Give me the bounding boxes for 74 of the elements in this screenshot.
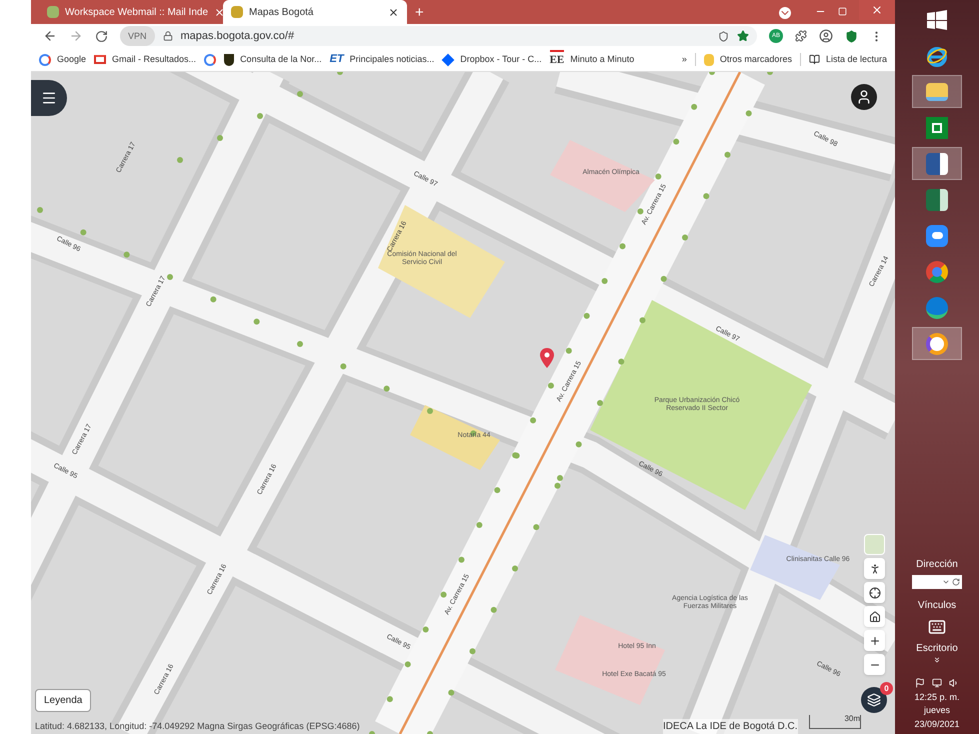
coordinates-text: Latitud: 4.682133, Longitud: -74.049292 Magna Sirgas Geográficas (EPSG:4686) [35,720,360,733]
address-toolbar-label: Dirección [916,558,958,572]
expand-icon[interactable] [933,656,941,664]
desktop-toolbar-label: Escritorio [916,642,958,656]
puzzle-icon[interactable] [795,30,807,42]
browser-tab[interactable]: Mapas Bogotá [223,0,407,24]
bookmark-link[interactable]: Gmail - Resultados... [112,52,196,66]
address-input[interactable] [912,574,962,588]
clock-time[interactable]: 12:25 p. m. [914,690,960,704]
browser-tab[interactable]: Workspace Webmail :: Mail Inde [39,0,223,24]
close-icon[interactable] [388,6,399,18]
crosshair-icon [868,586,880,598]
window-close-button[interactable] [859,0,895,20]
layers-icon [867,693,881,707]
legend-button[interactable]: Leyenda [35,689,92,712]
bookmark-link[interactable]: Minuto a Minuto [570,52,634,66]
street-view-button[interactable] [864,558,885,579]
basemap-thumbnail[interactable] [864,534,885,555]
ring-browser-icon[interactable] [926,260,948,282]
refresh-icon[interactable] [952,578,960,586]
star-icon[interactable] [737,30,749,42]
links-toolbar-label: Vínculos [918,598,956,612]
location-pin-icon [540,348,554,368]
logo-text: ET [330,52,344,68]
shield-check-icon[interactable] [845,30,858,42]
bookmark-link[interactable]: Dropbox - Tour - C... [460,52,542,66]
locate-button[interactable] [864,582,885,603]
tab-search-icon[interactable] [779,7,791,19]
back-icon[interactable] [43,29,57,43]
windows-logo-icon[interactable] [927,10,947,30]
bookmark-link[interactable]: Consulta de la Nor... [240,52,322,66]
clock-date[interactable]: 23/09/2021 [914,718,960,731]
home-button[interactable] [864,606,885,627]
logo-text: EE [550,50,564,69]
speaker-icon[interactable] [949,678,959,688]
menu-button[interactable] [31,80,67,116]
close-icon [871,4,883,16]
user-icon [856,89,872,105]
restore-icon[interactable] [838,7,847,16]
url-text: mapas.bogota.gov.co/# [180,28,296,44]
clock-day[interactable]: jueves [924,704,950,718]
reload-icon[interactable] [95,30,108,42]
spreadsheet-icon[interactable] [926,188,948,210]
tab-favicon-icon [47,6,59,18]
bookmark-link[interactable]: Principales noticias... [350,52,434,66]
flag-icon[interactable] [915,678,925,688]
scale-text: 30m [844,715,860,725]
more-bookmarks-button[interactable]: » [682,52,687,66]
network-icon[interactable] [932,678,942,688]
attribution-text: IDECA La IDE de Bogotá D.C. [663,719,798,734]
reading-list-icon [808,54,820,65]
ringed-globe-icon[interactable] [926,44,948,66]
new-tab-button[interactable]: + [407,2,432,24]
lock-icon [162,31,173,41]
vpn-badge[interactable]: VPN [120,26,155,46]
tab-favicon-icon [231,6,243,18]
plus-icon [868,634,880,646]
reading-list-link[interactable]: Lista de lectura [826,52,887,66]
crest-icon [224,54,234,66]
home-icon [868,610,880,622]
tab-title: Mapas Bogotá [249,6,314,20]
zoom-in-button[interactable] [864,630,885,651]
folder-icon[interactable] [926,82,948,100]
tab-title: Workspace Webmail :: Mail Inde [65,6,208,20]
keyboard-icon[interactable] [928,618,946,636]
menu-icon [41,90,57,106]
bookmark-link[interactable]: Google [57,52,86,66]
address-bar[interactable]: VPN mapas.bogota.gov.co/# [120,26,757,46]
video-camera-icon[interactable] [926,224,948,246]
folder-icon [704,54,714,66]
profile-icon[interactable] [819,29,833,43]
bookmark-folder[interactable]: Otros marcadores [720,52,792,66]
taskbar-slot[interactable] [912,147,962,180]
person-icon [868,562,880,574]
